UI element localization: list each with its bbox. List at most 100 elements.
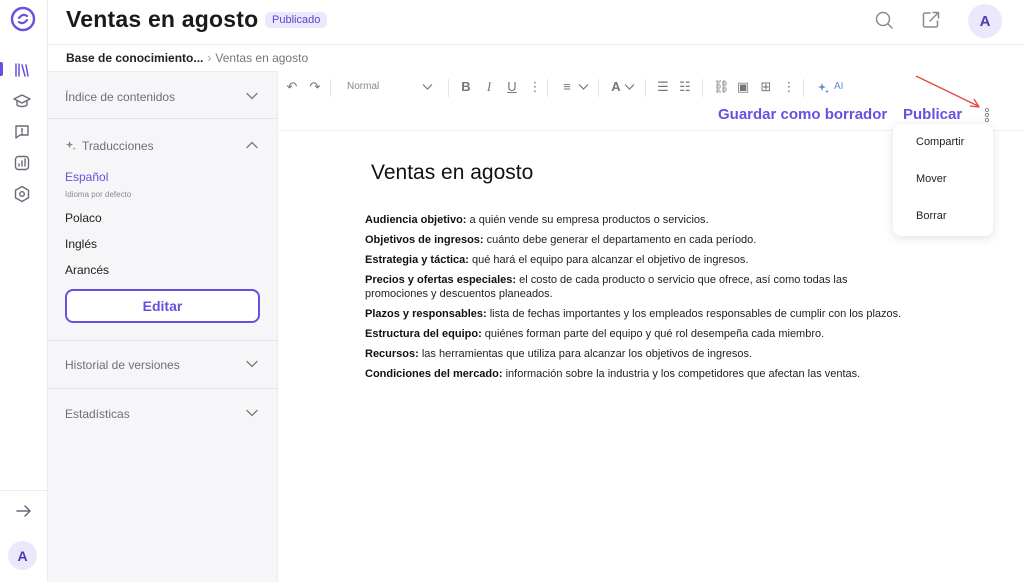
status-badge: Publicado — [265, 12, 328, 28]
page-title: Ventas en agosto — [66, 6, 259, 32]
edit-button[interactable]: Editar — [65, 289, 260, 323]
toolbar-separator — [547, 79, 548, 97]
user-avatar[interactable]: A — [8, 541, 37, 570]
more-format-icon[interactable]: ⋮ — [528, 80, 542, 94]
settings-icon[interactable] — [13, 185, 31, 203]
history-label: Historial de versiones — [65, 358, 180, 372]
paragraph: Plazos y responsables: lista de fechas i… — [365, 307, 910, 321]
numbered-list-icon[interactable]: ☷ — [678, 80, 692, 94]
translations-label: Traducciones — [82, 139, 154, 153]
menu-item-share[interactable]: Compartir — [916, 136, 964, 148]
history-section[interactable]: Historial de versiones — [65, 358, 260, 372]
paragraph: Estructura del equipo: quiénes forman pa… — [365, 327, 910, 341]
section-divider — [48, 340, 277, 341]
paragraph: Precios y ofertas especiales: el costo d… — [365, 273, 910, 301]
document-title[interactable]: Ventas en agosto — [371, 161, 533, 185]
paragraph: Recursos: las herramientas que utiliza p… — [365, 347, 910, 361]
bullet-list-icon[interactable]: ☰ — [656, 80, 670, 94]
chevron-down-icon — [246, 409, 258, 417]
header-avatar[interactable]: A — [968, 4, 1002, 38]
language-item-espanol[interactable]: Español — [65, 170, 108, 184]
more-options-icon[interactable] — [983, 107, 991, 123]
graduation-icon[interactable] — [13, 92, 31, 110]
chevron-down-icon[interactable] — [578, 83, 589, 91]
paragraph-label: Precios y ofertas especiales: — [365, 274, 517, 286]
toc-section[interactable]: Índice de contenidos — [65, 90, 260, 104]
paragraph: Audiencia objetivo: a quién vende su emp… — [365, 213, 910, 227]
paragraph-label: Estrategia y táctica: — [365, 254, 469, 266]
chevron-down-icon — [246, 360, 258, 368]
breadcrumb: Base de conocimiento... › Ventas en agosto — [66, 51, 308, 65]
paragraph: Objetivos de ingresos: cuánto debe gener… — [365, 233, 910, 247]
sparkle-icon — [65, 140, 76, 151]
paragraph-text: a quién vende su empresa productos o ser… — [466, 214, 709, 226]
table-icon[interactable]: ⊞ — [759, 80, 773, 94]
undo-icon[interactable]: ↶ — [285, 80, 299, 94]
header-divider — [48, 44, 1024, 45]
breadcrumb-current: Ventas en agosto — [215, 51, 309, 65]
text-style-select[interactable]: Normal — [347, 81, 379, 92]
menu-item-move[interactable]: Mover — [916, 173, 947, 185]
sidebar-panel: Índice de contenidos Traducciones Españo… — [48, 71, 278, 582]
chevron-down-icon — [246, 92, 258, 100]
link-icon[interactable]: ⛓ — [713, 80, 730, 94]
chevron-down-icon[interactable] — [422, 83, 433, 91]
paragraph-label: Recursos: — [365, 348, 419, 360]
paragraph-text: cuánto debe generar el departamento en c… — [483, 234, 757, 246]
bold-icon[interactable]: B — [459, 80, 473, 94]
default-language-note: Idioma por defecto — [65, 190, 132, 199]
italic-icon[interactable]: I — [482, 80, 496, 94]
external-link-icon[interactable] — [921, 10, 941, 30]
chevron-down-icon[interactable] — [624, 83, 635, 91]
paragraph-label: Audiencia objetivo: — [365, 214, 467, 226]
language-item-arances[interactable]: Arancés — [65, 263, 109, 277]
search-icon[interactable] — [874, 10, 894, 30]
underline-icon[interactable]: U — [505, 80, 519, 94]
toolbar-separator — [803, 79, 804, 97]
sparkle-icon[interactable] — [817, 82, 829, 94]
breadcrumb-root[interactable]: Base de conocimiento... — [66, 51, 203, 65]
breadcrumb-separator: › — [207, 51, 212, 65]
paragraph-text: qué hará el equipo para alcanzar el obje… — [468, 254, 749, 266]
paragraph-text: información sobre la industria y los com… — [502, 368, 861, 380]
paragraph-label: Estructura del equipo: — [365, 328, 482, 340]
toolbar-separator — [598, 79, 599, 97]
paragraph-text: las herramientas que utiliza para alcanz… — [418, 348, 753, 360]
stats-section[interactable]: Estadísticas — [65, 407, 260, 421]
toolbar-separator — [448, 79, 449, 97]
more-insert-icon[interactable]: ⋮ — [782, 80, 796, 94]
paragraph-text: lista de fechas importantes y los emplea… — [486, 308, 902, 320]
rail-divider — [0, 490, 48, 491]
language-item-polaco[interactable]: Polaco — [65, 211, 102, 225]
feedback-icon[interactable] — [13, 123, 31, 141]
paragraph-label: Condiciones del mercado: — [365, 368, 503, 380]
text-color-icon[interactable]: A — [609, 80, 623, 94]
language-item-ingles[interactable]: Inglés — [65, 237, 97, 251]
paragraph-label: Plazos y responsables: — [365, 308, 487, 320]
toolbar-separator — [645, 79, 646, 97]
toolbar-separator — [330, 79, 331, 97]
image-icon[interactable]: ▣ — [736, 80, 750, 94]
toolbar-separator — [702, 79, 703, 97]
document-body[interactable]: Audiencia objetivo: a quién vende su emp… — [365, 213, 910, 387]
library-icon[interactable] — [13, 61, 31, 79]
toc-label: Índice de contenidos — [65, 90, 176, 104]
translations-section[interactable]: Traducciones — [65, 139, 260, 153]
paragraph: Condiciones del mercado: información sob… — [365, 367, 910, 381]
arrow-right-icon[interactable] — [15, 502, 33, 520]
annotation-arrow-icon — [915, 75, 980, 108]
section-divider — [48, 118, 277, 119]
section-divider — [48, 388, 277, 389]
paragraph-label: Objetivos de ingresos: — [365, 234, 484, 246]
logo-icon[interactable] — [10, 6, 36, 32]
paragraph: Estrategia y táctica: qué hará el equipo… — [365, 253, 910, 267]
redo-icon[interactable]: ↷ — [308, 80, 322, 94]
menu-item-delete[interactable]: Borrar — [916, 210, 947, 222]
align-icon[interactable]: ≡ — [560, 80, 574, 94]
analytics-icon[interactable] — [13, 154, 31, 172]
save-draft-button[interactable]: Guardar como borrador — [718, 106, 887, 123]
ai-button[interactable]: AI — [834, 81, 843, 92]
chevron-up-icon — [246, 141, 258, 149]
active-indicator — [0, 62, 3, 76]
left-rail: A — [0, 0, 48, 582]
